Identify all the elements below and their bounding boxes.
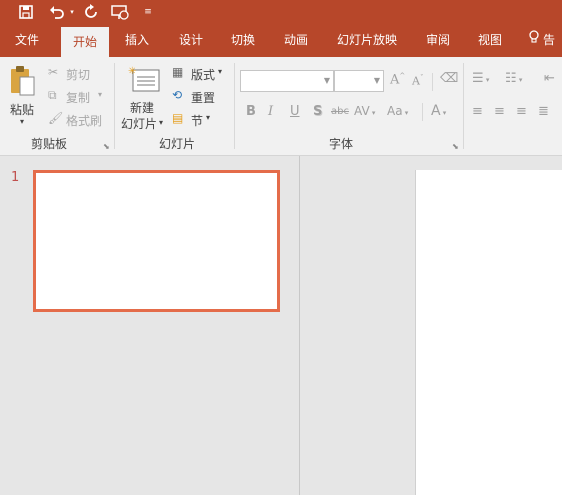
slide-number: 1 [11, 170, 20, 185]
numbering-icon[interactable]: ☷ ▾ [505, 71, 522, 86]
new-slide-icon: ✳ [128, 65, 160, 96]
scissors-icon: ✂ [48, 65, 59, 79]
tab-insert[interactable]: 插入 [116, 24, 158, 57]
lightbulb-icon [528, 24, 540, 57]
undo-dropdown-icon[interactable]: ▾ [68, 1, 76, 23]
justify-icon[interactable]: ≣ [538, 104, 549, 119]
clear-formatting-icon[interactable]: ⌫ [440, 71, 458, 86]
font-group-label: 字体 [328, 137, 353, 151]
bullets-icon[interactable]: ☰ ▾ [472, 71, 489, 86]
italic-button[interactable]: I [268, 104, 273, 119]
redo-icon[interactable] [82, 1, 100, 23]
section-dropdown-icon: ▾ [206, 113, 211, 122]
slides-group-label: 幻灯片 [158, 137, 195, 151]
cut-label: 剪切 [66, 68, 91, 82]
clipboard-group-label: 剪贴板 [30, 137, 67, 151]
char-spacing-button[interactable]: AV ▾ [354, 104, 375, 118]
new-slide-label-line1: 新建 [130, 101, 155, 115]
tab-slideshow[interactable]: 幻灯片放映 [330, 24, 404, 57]
start-from-beginning-icon[interactable] [110, 1, 130, 23]
clipboard-launcher-icon[interactable]: ⬊ [103, 142, 110, 151]
font-color-label: A [431, 103, 441, 119]
tab-design[interactable]: 设计 [170, 24, 212, 57]
format-painter-label: 格式刷 [66, 114, 103, 128]
title-bar: ▾ ≡ [0, 0, 562, 24]
strikethrough-button[interactable]: abc [331, 106, 349, 117]
reset-icon: ⟲ [172, 88, 183, 102]
copy-icon: ⧉ [48, 88, 57, 102]
slide-thumbnail[interactable] [33, 170, 280, 312]
font-name-dropdown-icon: ▼ [323, 76, 330, 85]
tab-transitions[interactable]: 切换 [222, 24, 264, 57]
tell-me-label: 告 [543, 33, 556, 47]
reset-label: 重置 [191, 91, 216, 105]
copy-button[interactable]: ⧉ 复制 ▾ [48, 88, 110, 106]
section-label: 节 [191, 114, 204, 128]
shadow-button[interactable]: S [313, 104, 322, 119]
copy-label: 复制 [66, 91, 91, 105]
cut-button[interactable]: ✂ 剪切 [48, 65, 102, 83]
font-name-combo[interactable]: ▼ [240, 70, 334, 92]
slide-editor [301, 156, 562, 495]
decrease-indent-icon[interactable]: ⇤ [544, 71, 555, 86]
shrink-font-icon[interactable]: Aˇ [412, 74, 423, 88]
align-center-icon[interactable]: ≡ [494, 104, 505, 119]
grow-font-icon[interactable]: A^ [390, 72, 405, 87]
reset-button[interactable]: ⟲ 重置 [172, 88, 222, 106]
bold-button[interactable]: B [246, 104, 256, 119]
section-button[interactable]: ▤ 节 ▾ [172, 111, 216, 129]
layout-label: 版式 [191, 68, 216, 82]
tab-review[interactable]: 审阅 [418, 24, 458, 57]
new-slide-label-line2: 幻灯片 [121, 117, 158, 131]
tab-view[interactable]: 视图 [470, 24, 510, 57]
save-icon[interactable] [16, 1, 36, 23]
divider [432, 73, 433, 91]
paste-dropdown-icon: ▾ [20, 117, 25, 126]
ribbon-tabs: 文件 开始 插入 设计 切换 动画 幻灯片放映 审阅 视图 告 [0, 24, 562, 57]
font-size-combo[interactable]: ▼ [334, 70, 384, 92]
layout-icon: ▦ [172, 65, 184, 79]
align-left-icon[interactable]: ≡ [472, 104, 483, 119]
slide-thumbnail-pane: 1 [0, 156, 300, 495]
layout-dropdown-icon: ▾ [218, 67, 223, 76]
copy-dropdown-icon: ▾ [98, 90, 103, 99]
font-size-dropdown-icon: ▼ [373, 76, 380, 85]
divider [422, 103, 423, 121]
align-right-icon[interactable]: ≡ [516, 104, 527, 119]
new-slide-dropdown-icon: ▾ [159, 118, 164, 127]
underline-button[interactable]: U [290, 104, 300, 119]
change-case-button[interactable]: Aa ▾ [387, 104, 408, 118]
paste-label: 粘贴 [10, 103, 35, 117]
customize-qat-icon[interactable]: ≡ [142, 1, 154, 23]
format-painter-button[interactable]: 🖌 格式刷 [48, 111, 108, 129]
format-painter-icon: 🖌 [48, 111, 64, 125]
tab-home[interactable]: 开始 [61, 27, 109, 57]
char-spacing-label: AV [354, 104, 370, 118]
section-icon: ▤ [172, 111, 184, 125]
tab-tell-me[interactable]: 告 [528, 24, 562, 57]
change-case-label: Aa [387, 104, 403, 118]
group-divider [463, 63, 464, 149]
undo-icon[interactable] [46, 1, 68, 23]
ribbon-panel: 粘贴 ▾ ✂ 剪切 ⧉ 复制 ▾ 🖌 格式刷 剪贴板 ⬊ ✳ 新建 幻灯片 ▾ … [0, 57, 562, 156]
svg-text:✳: ✳ [128, 66, 136, 77]
tab-animations[interactable]: 动画 [275, 24, 317, 57]
new-slide-button[interactable]: ✳ 新建 幻灯片 ▾ [120, 63, 168, 131]
tab-file[interactable]: 文件 [6, 24, 48, 57]
paste-icon [10, 65, 36, 100]
group-divider [114, 63, 115, 149]
slide-canvas[interactable] [415, 170, 562, 495]
font-color-button[interactable]: A ▾ [431, 103, 446, 119]
layout-button[interactable]: ▦ 版式 ▾ [172, 65, 228, 83]
font-launcher-icon[interactable]: ⬊ [452, 142, 459, 151]
group-divider [234, 63, 235, 149]
paste-button[interactable]: 粘贴 ▾ [6, 63, 40, 129]
